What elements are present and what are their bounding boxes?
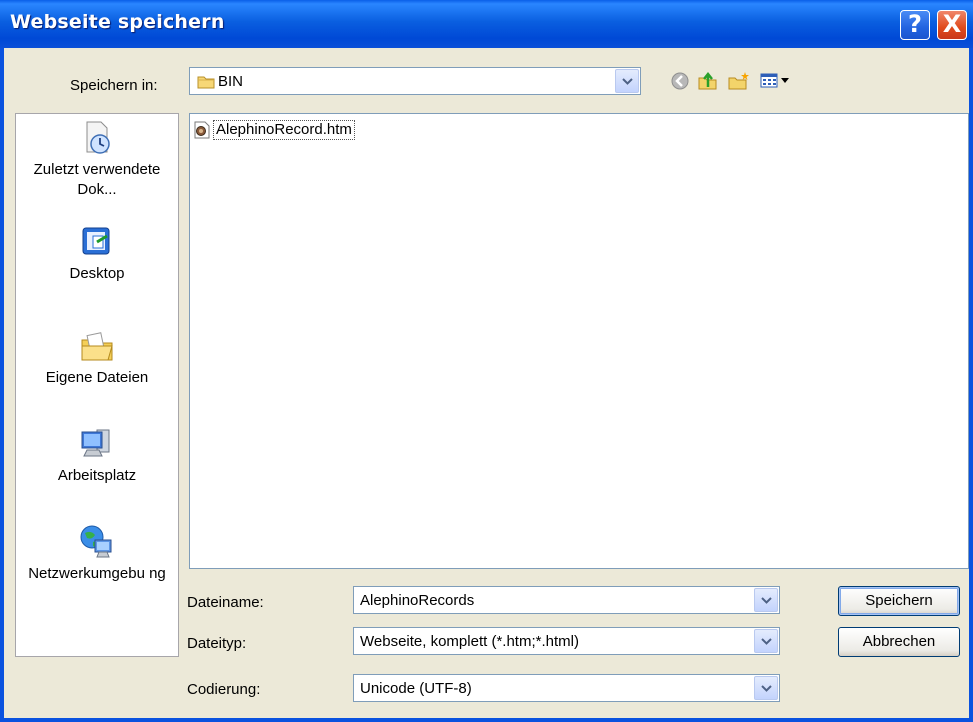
chevron-down-icon[interactable] [615, 69, 639, 93]
save-in-label: Speichern in: [70, 77, 158, 94]
filetype-label: Dateityp: [187, 635, 247, 652]
my-computer-icon [81, 429, 110, 457]
title-bar[interactable]: Webseite speichern ? X [0, 0, 973, 48]
encoding-select[interactable]: Unicode (UTF-8) [353, 674, 780, 702]
htm-file-icon [194, 121, 210, 139]
help-button[interactable]: ? [900, 10, 930, 40]
place-label: Netzwerkumgebu ng [28, 565, 166, 582]
place-label: Desktop [69, 265, 125, 282]
cancel-button[interactable]: Abbrechen [838, 627, 960, 657]
file-name: AlephinoRecord.htm [213, 120, 355, 140]
folder-icon [197, 76, 215, 89]
place-my-computer[interactable]: Arbeitsplatz [16, 426, 178, 486]
file-list[interactable]: AlephinoRecord.htm [189, 113, 969, 569]
save-in-combobox[interactable]: BIN [189, 67, 641, 95]
recent-documents-icon [86, 121, 110, 154]
up-folder-icon[interactable] [697, 70, 719, 92]
desktop-icon [82, 227, 110, 255]
encoding-value: Unicode (UTF-8) [360, 680, 472, 697]
my-documents-icon [81, 332, 113, 361]
filename-value: AlephinoRecords [360, 592, 475, 609]
filetype-value: Webseite, komplett (*.htm;*.html) [360, 633, 579, 650]
filetype-select[interactable]: Webseite, komplett (*.htm;*.html) [353, 627, 780, 655]
chevron-down-icon[interactable] [754, 588, 778, 612]
places-bar: Zuletzt verwendete Dok... Desktop Eigene… [15, 113, 179, 657]
back-icon[interactable] [670, 70, 690, 92]
filename-input[interactable]: AlephinoRecords [353, 586, 780, 614]
close-button[interactable]: X [937, 10, 967, 40]
view-menu-icon[interactable] [759, 70, 793, 92]
place-label: Arbeitsplatz [57, 467, 137, 484]
place-desktop[interactable]: Desktop [16, 224, 178, 284]
encoding-label: Codierung: [187, 681, 261, 698]
filename-label: Dateiname: [187, 594, 264, 611]
save-in-value: BIN [218, 73, 244, 90]
chevron-down-icon[interactable] [754, 629, 778, 653]
save-button[interactable]: Speichern [838, 586, 960, 616]
save-webpage-dialog: Webseite speichern ? X Speichern in: BIN [0, 0, 973, 722]
place-network[interactable]: Netzwerkumgebu ng [16, 524, 178, 584]
place-label: Zuletzt verwendete Dok... [33, 161, 161, 198]
list-item[interactable]: AlephinoRecord.htm [194, 119, 355, 141]
place-my-documents[interactable]: Eigene Dateien [16, 328, 178, 388]
new-folder-icon[interactable] [727, 70, 751, 92]
place-label: Eigene Dateien [45, 369, 149, 386]
place-recent-documents[interactable]: Zuletzt verwendete Dok... [16, 120, 178, 200]
window-title: Webseite speichern [10, 11, 225, 33]
chevron-down-icon[interactable] [754, 676, 778, 700]
network-icon [80, 525, 112, 558]
